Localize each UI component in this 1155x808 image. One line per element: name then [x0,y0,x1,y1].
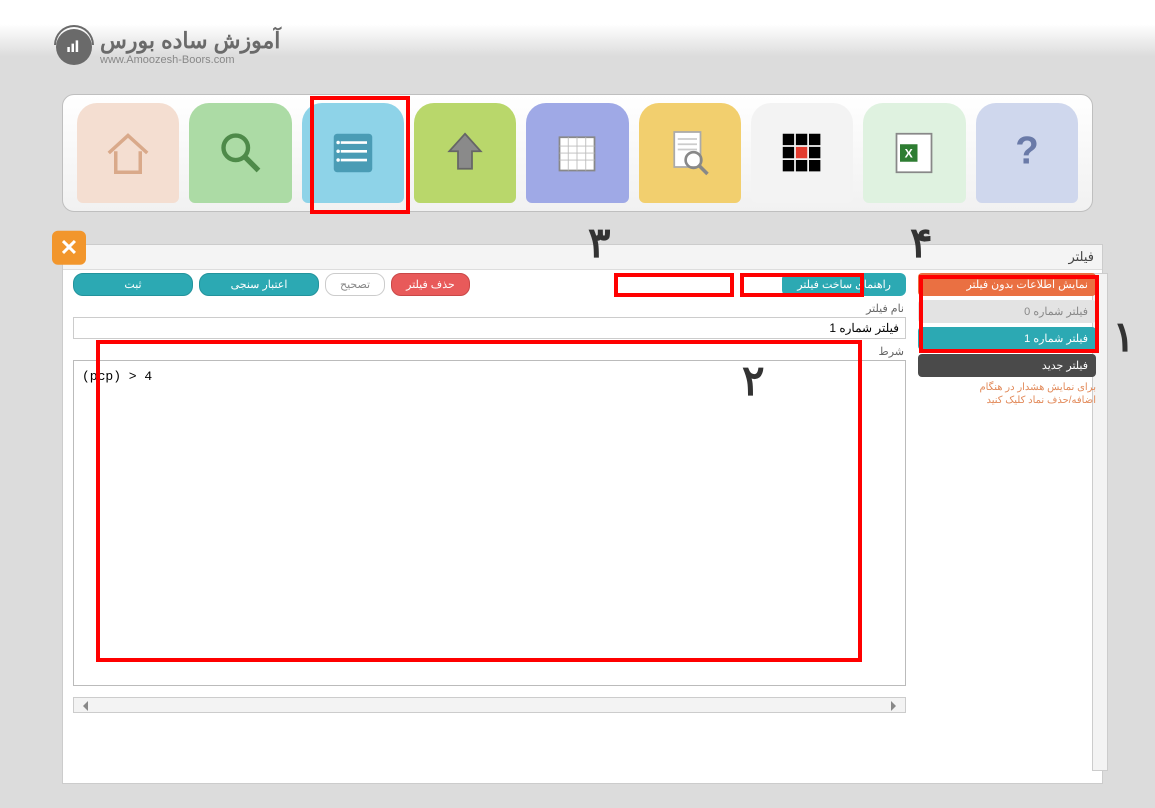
filter-window: فیلتر ✕ نمایش اطلاعات بدون فیلتر فیلتر ش… [62,244,1103,784]
upload-button[interactable] [414,103,516,203]
filter-name-label: نام فیلتر [75,302,904,315]
annotation-4: ۴ [910,218,933,267]
excel-button[interactable]: X [863,103,965,203]
doc-search-button[interactable] [639,103,741,203]
filter-sidebar: نمایش اطلاعات بدون فیلتر فیلتر شماره 0 ف… [918,273,1096,407]
validate-button[interactable]: اعتبار سنجی [199,273,319,296]
svg-text:X: X [905,146,914,160]
close-button[interactable]: ✕ [52,231,86,265]
correct-button[interactable]: تصحیح [325,273,385,296]
filter-window-title: فیلتر [63,245,1102,270]
show-no-filter-button[interactable]: نمایش اطلاعات بدون فیلتر [918,273,1096,296]
logo-title-ar: آموزش ساده بورس [100,28,280,54]
filter-button-row: ثبت اعتبار سنجی تصحیح حذف فیلتر راهنمای … [73,273,906,296]
sidebar-hint: برای نمایش هشدار در هنگام اضافه/حذف نماد… [918,381,1096,407]
filter-main-area: ثبت اعتبار سنجی تصحیح حذف فیلتر راهنمای … [73,273,906,773]
help-button[interactable]: ? [976,103,1078,203]
logo-title-en: www.Amoozesh-Boors.com [100,54,280,66]
filter-editor[interactable] [73,360,906,686]
save-button[interactable]: ثبت [73,273,193,296]
logo-icon [56,29,92,65]
filter-name-input[interactable] [73,317,906,339]
sidebar-filter-0[interactable]: فیلتر شماره 0 [918,300,1096,323]
search-button[interactable] [189,103,291,203]
list-button[interactable] [302,103,404,203]
home-button[interactable] [77,103,179,203]
main-toolbar: X ? [62,94,1093,212]
delete-filter-button[interactable]: حذف فیلتر [391,273,470,296]
editor-scrollbar-horizontal[interactable] [73,697,906,713]
svg-text:?: ? [1015,130,1039,173]
sidebar-new-filter[interactable]: فیلتر جدید [918,354,1096,377]
annotation-3: ۳ [588,218,611,267]
filter-guide-button[interactable]: راهنمای ساخت فیلتر [782,273,906,296]
annotation-2: ۲ [742,356,765,405]
annotation-1: ۱ [1112,312,1135,361]
calendar-button[interactable] [526,103,628,203]
logo: آموزش ساده بورس www.Amoozesh-Boors.com [56,28,280,66]
condition-label: شرط [75,345,904,358]
sidebar-filter-1[interactable]: فیلتر شماره 1 [918,327,1096,350]
grid-button[interactable] [751,103,853,203]
